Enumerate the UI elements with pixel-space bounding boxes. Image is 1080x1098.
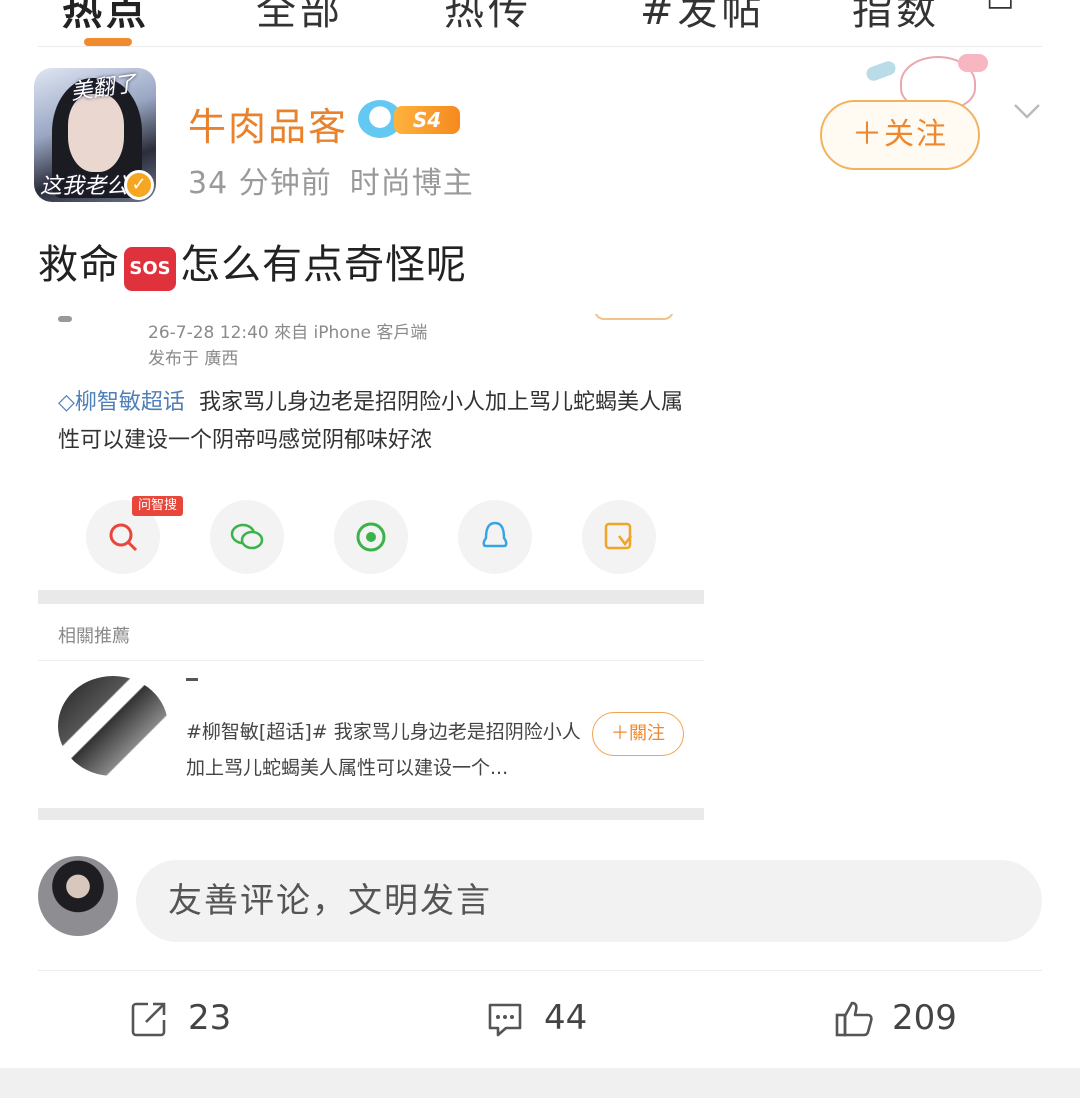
- moments-icon: [334, 500, 408, 574]
- divider: [38, 970, 1042, 971]
- embedded-body: ◇柳智敏超话 我家骂儿身边老是招阴险小人加上骂儿蛇蝎美人属性可以建设一个阴帝吗感…: [58, 384, 698, 460]
- tab-all[interactable]: 全部: [256, 0, 344, 36]
- thumbs-up-icon: [835, 1001, 873, 1037]
- post-time: 34 分钟前: [188, 166, 332, 201]
- wechat-icon: [210, 500, 284, 574]
- tab-trending[interactable]: 热传: [444, 0, 532, 36]
- divider: [38, 590, 704, 604]
- cropped-button-edge: [594, 314, 674, 320]
- level-badge: S4: [358, 100, 462, 138]
- repost-button[interactable]: 23: [130, 996, 270, 1040]
- comment-icon: [488, 1003, 522, 1037]
- level-label: S4: [394, 106, 460, 134]
- verified-badge-icon: ✓: [124, 170, 154, 200]
- divider: [38, 46, 1042, 47]
- tab-post[interactable]: #发帖: [640, 0, 766, 36]
- top-tab-bar: 热点 全部 热传 #发帖 指数 ▭: [0, 0, 1080, 38]
- kitty-bow: [958, 54, 988, 72]
- divider: [38, 808, 704, 820]
- zhisou-tag: 问智搜: [132, 496, 184, 516]
- candy-icon: [864, 59, 898, 83]
- like-button[interactable]: 209: [834, 996, 994, 1040]
- post-text-before: 救命: [38, 242, 120, 288]
- sos-emoji-icon: SOS: [124, 247, 176, 291]
- related-avatar: [58, 676, 168, 776]
- repost-count: 23: [188, 998, 232, 1038]
- author-name[interactable]: 牛肉品客: [188, 96, 348, 151]
- related-text: #柳智敏[超话]# 我家骂儿身边老是招阴险小人加上骂儿蛇蝎美人属性可以建设一个.…: [186, 721, 581, 779]
- like-count: 209: [892, 998, 957, 1038]
- qq-icon: [458, 500, 532, 574]
- tab-index[interactable]: 指数: [852, 0, 940, 36]
- author-tag: 时尚博主: [349, 166, 474, 201]
- divider: [38, 660, 704, 661]
- tab-hot[interactable]: 热点: [62, 0, 150, 36]
- follow-button[interactable]: ＋关注: [820, 100, 980, 170]
- footer-band: [0, 1068, 1080, 1098]
- save-image-icon: [582, 500, 656, 574]
- topic-text: 柳智敏超话: [74, 390, 185, 415]
- post-text: 救命 SOS 怎么有点奇怪呢: [38, 232, 467, 291]
- comment-button[interactable]: 44: [486, 996, 626, 1040]
- related-follow-button: ＋關注: [592, 712, 684, 756]
- post-meta: 34 分钟前 时尚博主: [188, 158, 474, 202]
- post-text-after: 怎么有点奇怪呢: [180, 242, 467, 288]
- comment-input[interactable]: 友善评论，文明发言: [136, 860, 1042, 942]
- my-avatar[interactable]: [38, 856, 118, 936]
- active-tab-indicator: [84, 38, 132, 46]
- comment-count: 44: [544, 998, 588, 1038]
- embedded-screenshot[interactable]: 26-7-28 12:40 來自 iPhone 客戶端 发布于 廣西 ◇柳智敏超…: [38, 314, 704, 820]
- cropped-mark: [58, 316, 72, 322]
- embedded-location: 发布于 廣西: [148, 349, 239, 369]
- chevron-down-icon[interactable]: [1012, 96, 1042, 126]
- super-topic-link: ◇柳智敏超话: [58, 390, 185, 415]
- repost-icon: [131, 1002, 166, 1037]
- related-name-redacted: [186, 678, 198, 681]
- tab-menu-icon[interactable]: ▭: [986, 0, 1018, 19]
- embedded-date: 26-7-28 12:40 來自 iPhone 客戶端: [148, 323, 428, 343]
- related-label: 相關推薦: [58, 626, 130, 647]
- avatar-caption-bottom: 这我老公: [40, 174, 129, 199]
